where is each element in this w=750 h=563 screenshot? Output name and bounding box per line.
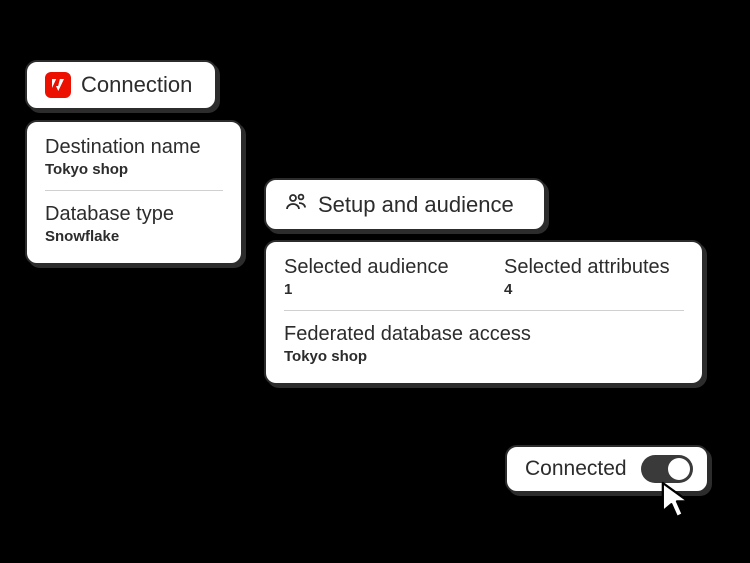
database-type-label: Database type [45, 203, 223, 226]
selected-audience-field: Selected audience 1 [284, 256, 464, 298]
setup-header-card: Setup and audience [264, 178, 546, 231]
selected-attributes-field: Selected attributes 4 [504, 256, 684, 298]
divider [284, 310, 684, 311]
federated-access-field: Federated database access Tokyo shop [284, 323, 684, 365]
divider [45, 190, 223, 191]
connected-toggle[interactable] [641, 455, 693, 483]
connected-label: Connected [525, 457, 627, 481]
database-type-value: Snowflake [45, 228, 223, 245]
database-type-field: Database type Snowflake [45, 203, 223, 245]
setup-header-label: Setup and audience [318, 192, 514, 218]
destination-name-value: Tokyo shop [45, 161, 223, 178]
cursor-pointer-icon [660, 480, 694, 520]
setup-details-card: Selected audience 1 Selected attributes … [264, 240, 704, 385]
selected-audience-value: 1 [284, 281, 464, 298]
adobe-logo-icon [45, 72, 71, 98]
selected-audience-label: Selected audience [284, 256, 464, 279]
toggle-knob [668, 458, 690, 480]
selected-attributes-label: Selected attributes [504, 256, 684, 279]
connection-header-card: Connection [25, 60, 217, 110]
selected-attributes-value: 4 [504, 281, 684, 298]
destination-name-label: Destination name [45, 136, 223, 159]
audience-people-icon [284, 190, 308, 219]
federated-access-value: Tokyo shop [284, 348, 684, 365]
connection-header-label: Connection [81, 72, 192, 98]
federated-access-label: Federated database access [284, 323, 684, 346]
connection-details-card: Destination name Tokyo shop Database typ… [25, 120, 243, 265]
destination-name-field: Destination name Tokyo shop [45, 136, 223, 178]
